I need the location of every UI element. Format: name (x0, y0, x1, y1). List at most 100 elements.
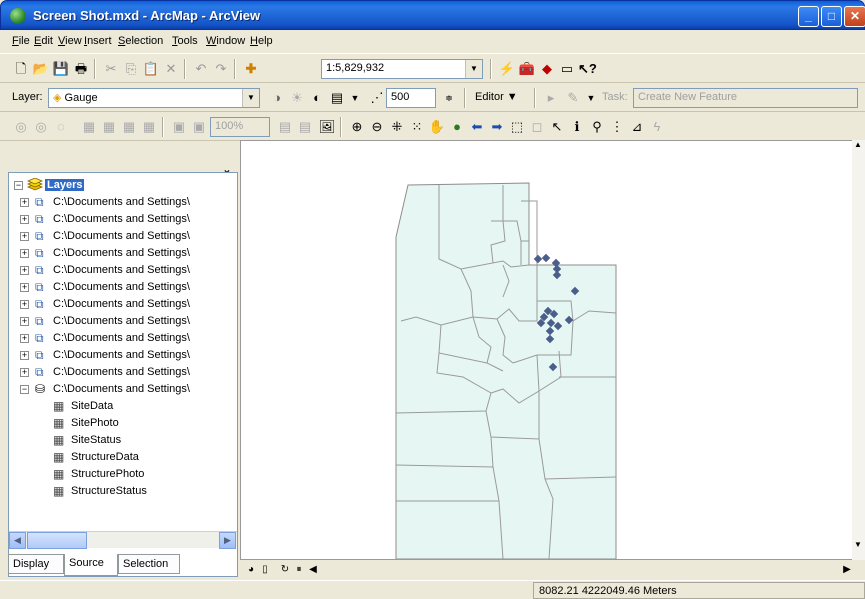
expand-icon[interactable]: + (20, 334, 29, 343)
georef-icon[interactable]: ◎ (32, 118, 50, 136)
paste-icon[interactable]: 📋 (142, 60, 160, 78)
expand-icon[interactable]: + (20, 249, 29, 258)
menu-insert[interactable]: Insert (84, 35, 112, 47)
save-icon[interactable]: 💾 (52, 60, 70, 78)
menu-edit[interactable]: Edit (34, 35, 53, 47)
toc-layer-row[interactable]: + ⧉ C:\Documents and Settings\ (9, 347, 237, 364)
redo-icon[interactable]: ↷ (212, 60, 230, 78)
scroll-right-icon[interactable]: ▶ (838, 561, 856, 579)
toc-layer-row[interactable]: + ⧉ C:\Documents and Settings\ (9, 228, 237, 245)
page-icon[interactable]: ▤ (276, 118, 294, 136)
go-to-xy-icon[interactable]: ⋮ (608, 118, 626, 136)
find-binoculars-icon[interactable]: ⚲ (588, 118, 606, 136)
command-line-icon[interactable]: ▭ (558, 60, 576, 78)
snapping-icon[interactable]: ⋰ (368, 89, 386, 107)
draft-icon[interactable]: 🖼 (318, 118, 336, 136)
add-data-icon[interactable]: ✚ (242, 60, 260, 78)
toc-horizontal-scrollbar[interactable]: ◀ ▶ (9, 531, 237, 549)
chevron-down-icon[interactable]: ▼ (242, 89, 259, 107)
toc-layer-row[interactable]: + ⧉ C:\Documents and Settings\ (9, 364, 237, 381)
menu-selection[interactable]: Selection (118, 35, 163, 47)
chevron-down-icon[interactable]: ▼ (465, 60, 482, 78)
fixed-zoom-out-icon[interactable]: ⁙ (408, 118, 426, 136)
zoom-combo[interactable]: 100% (210, 117, 270, 137)
expand-icon[interactable]: + (20, 317, 29, 326)
title-bar[interactable]: Screen Shot.mxd - ArcMap - ArcView _ □ ✕ (0, 0, 865, 30)
minimize-button[interactable]: _ (798, 6, 819, 27)
chevron-down-icon[interactable]: ▼ (582, 89, 600, 107)
toc-layer-row[interactable]: + ⧉ C:\Documents and Settings\ (9, 245, 237, 262)
layout-view-icon[interactable]: ▯ (256, 561, 274, 579)
toc-layer-row[interactable]: + ⧉ C:\Documents and Settings\ (9, 194, 237, 211)
scroll-up-icon[interactable]: ▲ (854, 140, 862, 149)
expand-icon[interactable]: + (20, 232, 29, 241)
fixed-zoom-in-icon[interactable]: ⁜ (388, 118, 406, 136)
new-document-icon[interactable]: 🗋 (12, 60, 30, 78)
arccatalog-icon[interactable]: ◆ (538, 60, 556, 78)
collapse-icon[interactable]: − (20, 385, 29, 394)
menu-window[interactable]: Window (206, 35, 245, 47)
toc-layer-row[interactable]: + ⧉ C:\Documents and Settings\ (9, 313, 237, 330)
full-extent-globe-icon[interactable]: ● (448, 118, 466, 136)
scroll-right-icon[interactable]: ▶ (219, 532, 236, 549)
layout-icon[interactable]: ▣ (170, 118, 188, 136)
scroll-thumb[interactable] (27, 532, 87, 549)
open-folder-icon[interactable]: 📂 (32, 60, 50, 78)
expand-icon[interactable]: + (20, 300, 29, 309)
measure-icon[interactable]: ⊿ (628, 118, 646, 136)
task-combo[interactable]: Create New Feature (633, 88, 858, 108)
scroll-left-icon[interactable]: ◀ (304, 561, 322, 579)
scroll-down-icon[interactable]: ▼ (854, 540, 862, 549)
map-vertical-scrollbar[interactable]: ▲ ▼ (852, 140, 865, 560)
chevron-down-icon[interactable]: ▼ (346, 89, 364, 107)
grid-icon[interactable]: ▦ (80, 118, 98, 136)
arctoolbox-icon[interactable]: 🧰 (518, 60, 536, 78)
gauge-point[interactable] (541, 253, 551, 263)
toc-table-row[interactable]: ▦ StructurePhoto (9, 466, 237, 483)
gauge-point[interactable] (533, 254, 543, 264)
georef-icon[interactable]: ◌ (52, 118, 70, 136)
toc-table-row[interactable]: ▦ StructureStatus (9, 483, 237, 500)
map-view[interactable] (240, 140, 858, 560)
toc-table-row[interactable]: ▦ SiteStatus (9, 432, 237, 449)
zoom-in-icon[interactable]: ⊕ (348, 118, 366, 136)
grid-icon[interactable]: ▦ (120, 118, 138, 136)
expand-icon[interactable]: + (20, 266, 29, 275)
toc-root[interactable]: − Layers (9, 177, 237, 194)
snap-tolerance-input[interactable]: 500 (386, 88, 436, 108)
select-element-icon[interactable]: ↖ (548, 118, 566, 136)
expand-icon[interactable]: + (20, 351, 29, 360)
grid-icon[interactable]: ▦ (140, 118, 158, 136)
select-features-icon[interactable]: ⬚ (508, 118, 526, 136)
transparency-icon[interactable]: ◐ (308, 89, 326, 107)
toc-database-row[interactable]: − ⛁ C:\Documents and Settings\ (9, 381, 237, 398)
map-scale-combo[interactable]: 1:5,829,932 ▼ (321, 59, 483, 79)
cut-icon[interactable]: ✂ (102, 60, 120, 78)
tab-source[interactable]: Source (64, 554, 118, 576)
grid-icon[interactable]: ▦ (100, 118, 118, 136)
menu-file[interactable]: File (12, 35, 30, 47)
expand-icon[interactable]: + (20, 368, 29, 377)
toc-layer-row[interactable]: + ⧉ C:\Documents and Settings\ (9, 330, 237, 347)
maximize-button[interactable]: □ (821, 6, 842, 27)
expand-icon[interactable]: + (20, 198, 29, 207)
menu-help[interactable]: Help (250, 35, 273, 47)
copy-icon[interactable]: ⎘ (122, 60, 140, 78)
editor-toolbar-icon[interactable]: ⚡ (498, 60, 516, 78)
close-button[interactable]: ✕ (844, 6, 865, 27)
undo-icon[interactable]: ↶ (192, 60, 210, 78)
page-icon[interactable]: ▤ (296, 118, 314, 136)
layer-combo[interactable]: ◈ Gauge ▼ (48, 88, 260, 108)
menu-view[interactable]: View (58, 35, 82, 47)
expand-icon[interactable]: + (20, 283, 29, 292)
delete-icon[interactable]: ✕ (162, 60, 180, 78)
identify-icon[interactable]: ℹ (568, 118, 586, 136)
toc-table-row[interactable]: ▦ SiteData (9, 398, 237, 415)
menu-tools[interactable]: Tools (172, 35, 198, 47)
brightness-icon[interactable]: ☀ (288, 89, 306, 107)
toc-table-row[interactable]: ▦ StructureData (9, 449, 237, 466)
label-manager-icon[interactable]: ▤ (328, 89, 346, 107)
spinner-icon[interactable]: ≑ (440, 89, 458, 107)
clear-selection-icon[interactable]: ◻ (528, 118, 546, 136)
toc-layer-row[interactable]: + ⧉ C:\Documents and Settings\ (9, 296, 237, 313)
